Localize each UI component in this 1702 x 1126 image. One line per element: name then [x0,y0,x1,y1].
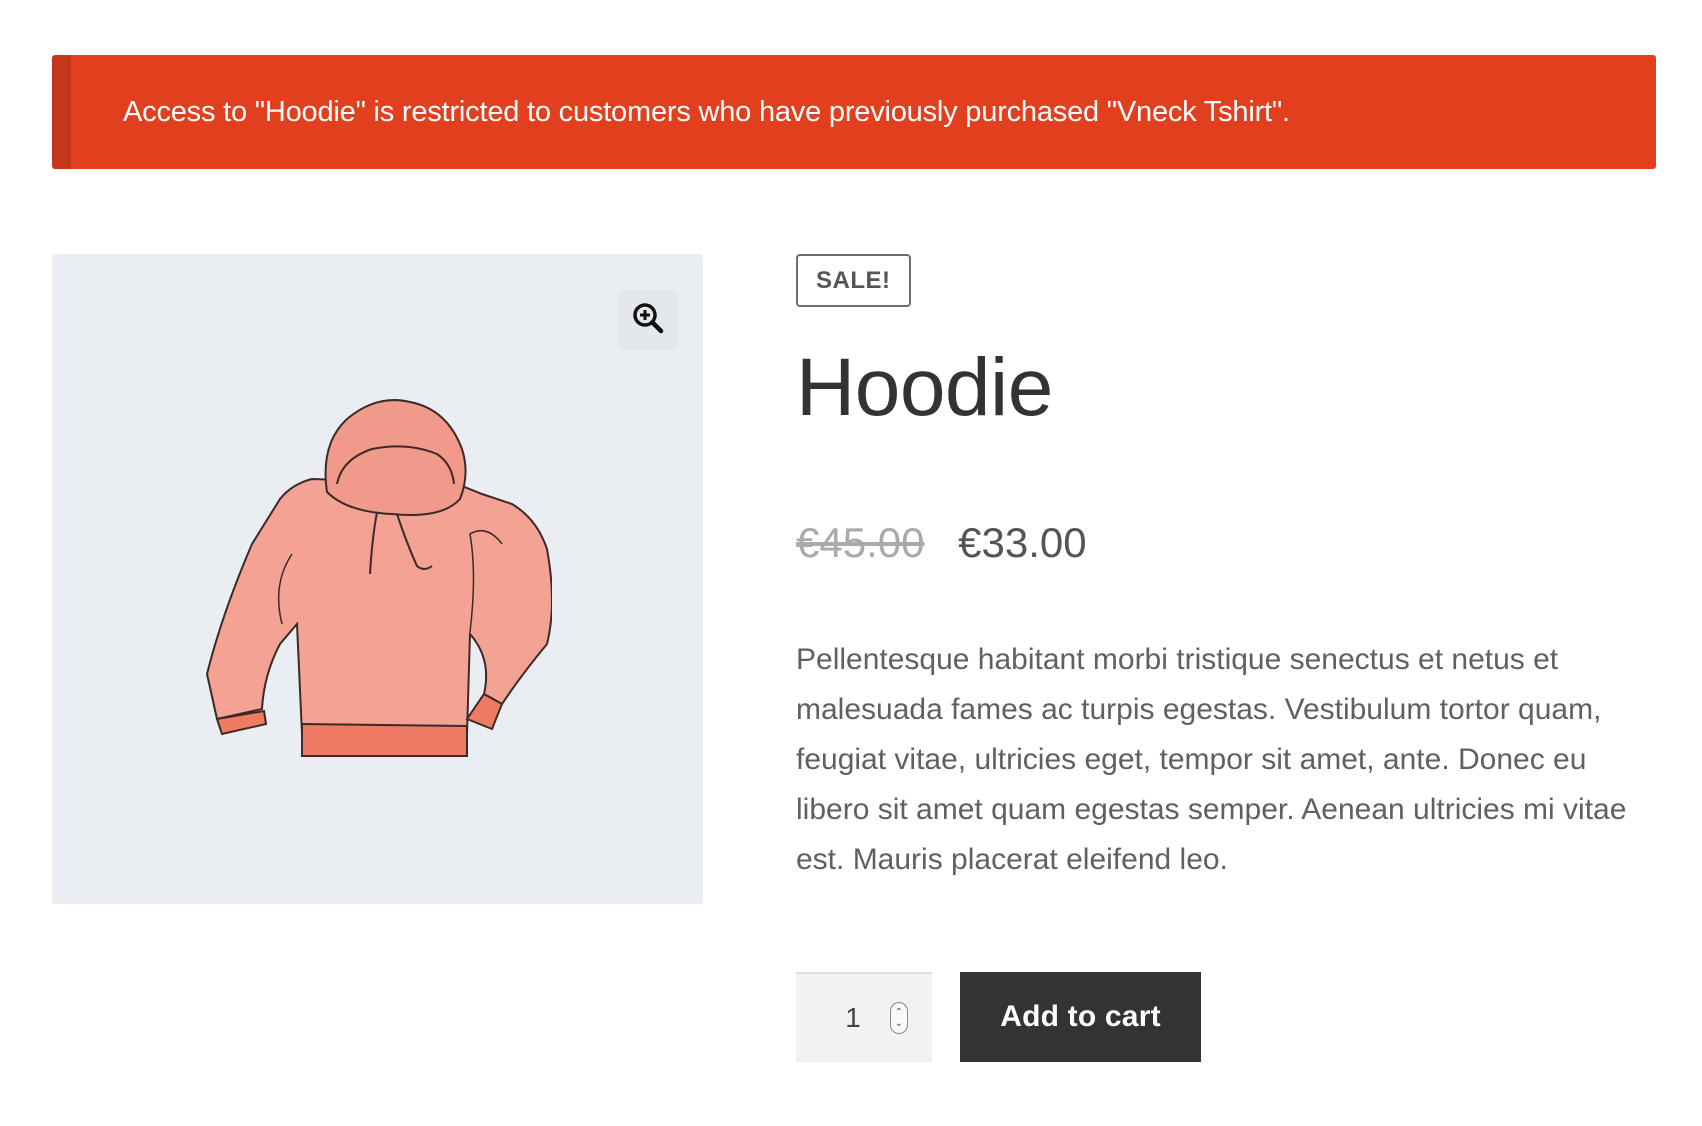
zoom-button[interactable] [618,290,678,350]
product-price: €45.00 €33.00 [796,519,1666,567]
quantity-stepper[interactable]: 1 ⌃ ⌄ [796,972,932,1062]
restriction-notice: Access to "Hoodie" is restricted to cust… [52,55,1656,169]
product-description: Pellentesque habitant morbi tristique se… [796,643,1627,876]
hoodie-product-image[interactable] [202,374,552,774]
quantity-value[interactable]: 1 [845,1002,861,1034]
product-title: Hoodie [796,342,1053,433]
zoom-in-icon [632,302,664,339]
sale-price: €33.00 [958,519,1087,566]
add-to-cart-button[interactable]: Add to cart [960,972,1201,1062]
chevron-down-icon[interactable]: ⌄ [895,1018,903,1029]
stepper-arrows-icon[interactable]: ⌃ ⌄ [890,1002,908,1034]
product-gallery [52,254,703,904]
sale-badge: SALE! [796,254,911,307]
add-to-cart-form: 1 ⌃ ⌄ Add to cart [796,972,1201,1062]
product-summary: SALE! Hoodie €45.00 €33.00 Pellentesque … [796,254,1666,885]
regular-price: €45.00 [796,519,925,566]
chevron-up-icon[interactable]: ⌃ [895,1007,903,1018]
notice-message: Access to "Hoodie" is restricted to cust… [123,95,1290,128]
